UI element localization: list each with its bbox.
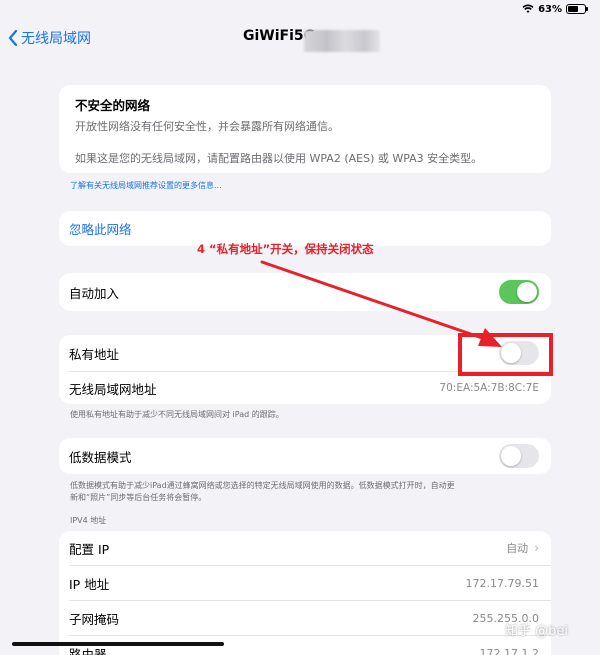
annotation-box xyxy=(458,333,553,376)
home-indicator xyxy=(12,642,224,646)
watermark: 知乎 @bei xyxy=(505,624,568,639)
annotation-arrow xyxy=(260,260,502,347)
